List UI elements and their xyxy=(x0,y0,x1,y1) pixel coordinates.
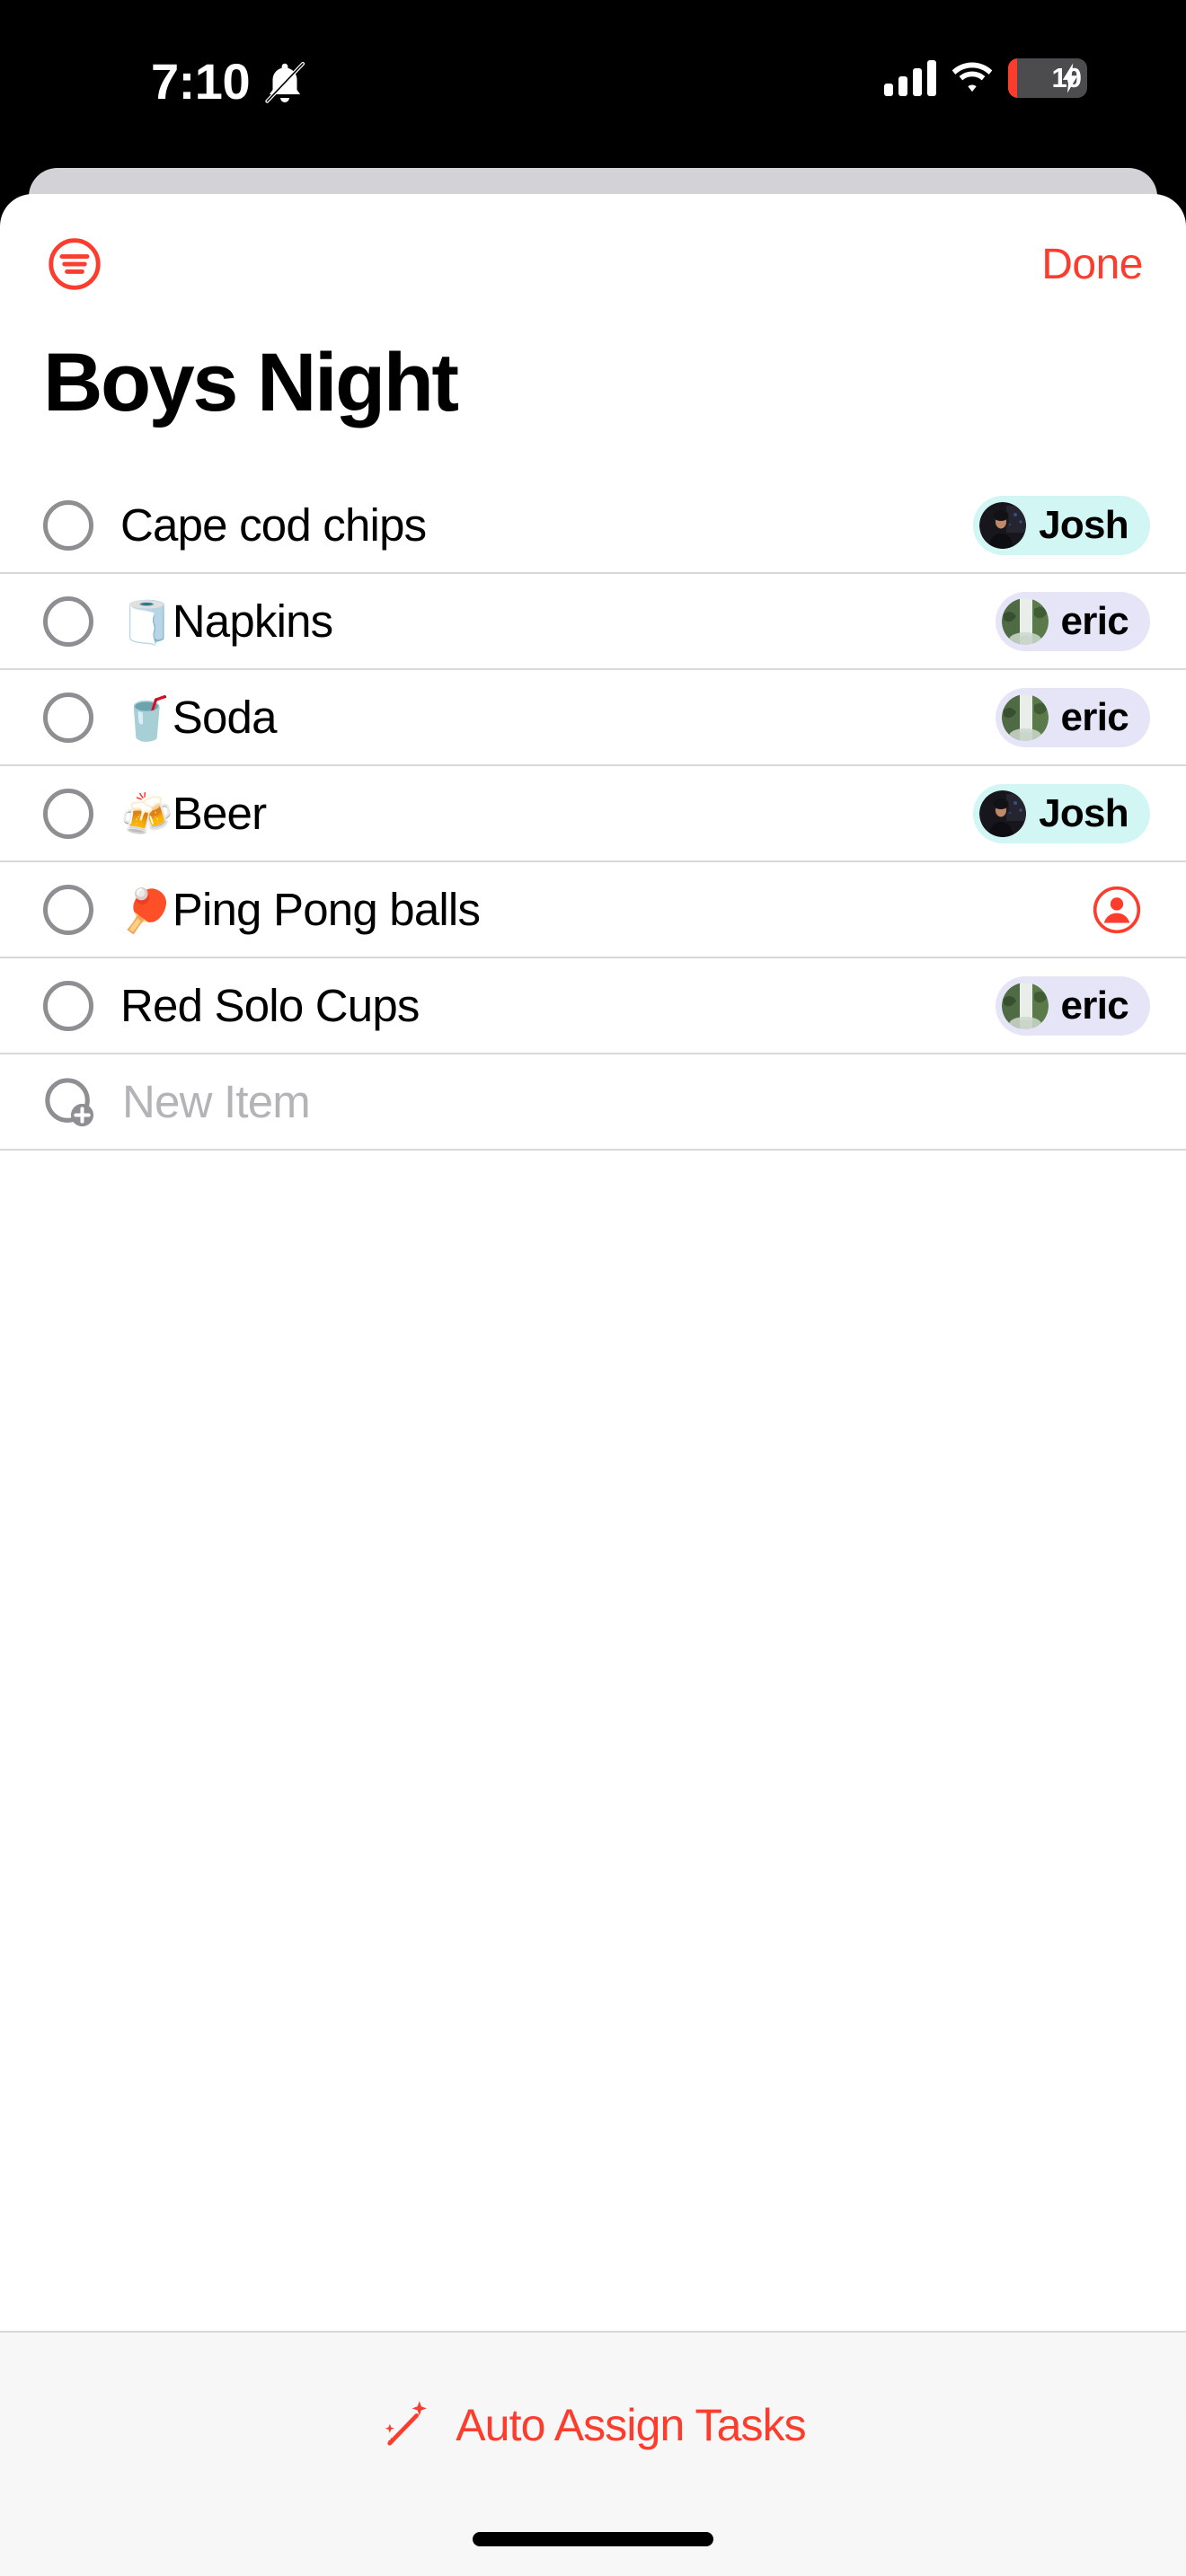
table-row[interactable]: 🍻Beer Josh xyxy=(0,766,1186,862)
item-emoji: 🧻 xyxy=(120,598,173,646)
status-time: 7:10 xyxy=(151,53,251,110)
table-row[interactable]: 🏓Ping Pong balls xyxy=(0,862,1186,958)
magic-wand-sparkles-icon xyxy=(385,2401,428,2446)
checkbox-circle[interactable] xyxy=(43,692,93,743)
item-list: Cape cod chips Josh 🧻Napkins eric 🥤Soda … xyxy=(0,478,1186,1151)
list-item-label: 🥤Soda xyxy=(120,691,996,744)
new-item-input[interactable]: New Item xyxy=(122,1075,1150,1128)
checkbox-circle[interactable] xyxy=(43,980,93,1031)
bottom-toolbar: Auto Assign Tasks xyxy=(0,2331,1186,2576)
assignee-name: Josh xyxy=(1039,502,1129,547)
add-item-icon[interactable] xyxy=(43,1076,95,1128)
list-detail-sheet: Done Boys Night Cape cod chips Josh 🧻Nap… xyxy=(0,194,1186,2576)
table-row[interactable]: Cape cod chips Josh xyxy=(0,478,1186,574)
home-indicator[interactable] xyxy=(473,2532,713,2546)
sheet-navigation-bar: Done xyxy=(0,194,1186,313)
new-item-row[interactable]: New Item xyxy=(0,1054,1186,1151)
item-text: Ping Pong balls xyxy=(172,884,481,935)
status-bar: 7:10 10 xyxy=(0,0,1186,168)
assignee-chip[interactable]: Josh xyxy=(973,495,1150,555)
avatar xyxy=(1001,693,1049,741)
item-emoji: 🏓 xyxy=(120,887,173,934)
list-item-label: 🏓Ping Pong balls xyxy=(120,883,1093,936)
item-text: Red Solo Cups xyxy=(120,980,420,1031)
done-button[interactable]: Done xyxy=(1041,239,1143,291)
assignee-name: eric xyxy=(1060,694,1129,739)
avatar xyxy=(979,790,1027,837)
avatar xyxy=(1001,982,1049,1029)
avatar xyxy=(1001,597,1049,645)
list-item-label: 🍻Beer xyxy=(120,787,973,840)
cellular-bars-icon xyxy=(884,60,936,96)
wifi-icon xyxy=(951,62,993,93)
battery-indicator: 10 xyxy=(1008,58,1087,98)
list-item-label: Red Solo Cups xyxy=(120,979,996,1032)
assign-person-icon[interactable] xyxy=(1093,886,1141,934)
avatar xyxy=(979,501,1027,549)
table-row[interactable]: 🥤Soda eric xyxy=(0,670,1186,766)
assignee-name: eric xyxy=(1060,598,1129,643)
item-text: Soda xyxy=(172,692,278,743)
assignee-chip[interactable]: eric xyxy=(995,687,1150,747)
item-emoji: 🥤 xyxy=(120,694,173,742)
item-text: Cape cod chips xyxy=(120,499,427,551)
assignee-chip[interactable]: eric xyxy=(995,975,1150,1036)
assignee-chip[interactable]: Josh xyxy=(973,783,1150,843)
item-text: Beer xyxy=(172,788,267,839)
checkbox-circle[interactable] xyxy=(43,788,93,839)
status-indicators: 10 xyxy=(884,50,1087,106)
page-title: Boys Night xyxy=(43,337,459,428)
checkbox-circle[interactable] xyxy=(43,499,93,551)
bell-slash-icon xyxy=(265,61,305,103)
table-row[interactable]: 🧻Napkins eric xyxy=(0,574,1186,670)
assignee-name: eric xyxy=(1060,983,1129,1028)
list-item-label: 🧻Napkins xyxy=(120,595,996,648)
assignee-name: Josh xyxy=(1039,790,1129,835)
checkbox-circle[interactable] xyxy=(43,884,93,935)
auto-assign-tasks-button[interactable]: Auto Assign Tasks xyxy=(0,2333,1186,2453)
table-row[interactable]: Red Solo Cups eric xyxy=(0,958,1186,1054)
item-text: Napkins xyxy=(172,595,333,647)
list-circle-icon[interactable] xyxy=(48,237,102,291)
charging-bolt-icon xyxy=(1062,63,1078,93)
phone-screen: 7:10 10 xyxy=(0,0,1186,2576)
assignee-chip[interactable]: eric xyxy=(995,591,1150,651)
item-emoji: 🍻 xyxy=(120,790,173,838)
list-item-label: Cape cod chips xyxy=(120,498,973,551)
auto-assign-label: Auto Assign Tasks xyxy=(456,2400,806,2450)
checkbox-circle[interactable] xyxy=(43,595,93,647)
